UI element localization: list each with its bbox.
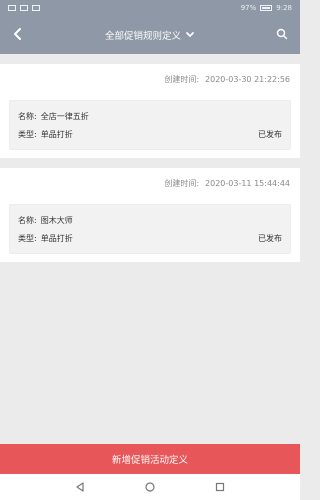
type-line: 类型: 单品打折 已发布 — [18, 229, 282, 247]
publish-status: 已发布 — [258, 129, 282, 139]
name-label: 名称: — [18, 111, 37, 121]
name-field: 名称: 全店一律五折 — [18, 111, 89, 122]
created-time-label: 创建时间: — [164, 74, 200, 84]
title-dropdown[interactable]: 全部促销规则定义 — [105, 28, 195, 42]
name-line: 名称: 全店一律五折 — [18, 107, 282, 125]
created-time-value: 2020-03-30 21:22:56 — [205, 74, 290, 84]
type-label: 类型: — [18, 233, 37, 243]
name-value: 图木大师 — [40, 215, 73, 225]
status-time: 9:28 — [276, 4, 292, 12]
status-icon — [8, 5, 16, 11]
type-value: 单品打折 — [40, 233, 73, 243]
created-time-row: 创建时间: 2020-03-11 15:44:44 — [0, 168, 300, 198]
battery-percent: 97% — [240, 4, 257, 12]
page-title: 全部促销规则定义 — [104, 31, 181, 42]
back-nav-icon[interactable] — [74, 481, 86, 493]
status-left — [8, 5, 40, 11]
section-gap — [0, 54, 300, 64]
status-icon — [32, 5, 40, 11]
back-arrow-icon — [14, 28, 21, 40]
add-promotion-label: 新增促销活动定义 — [111, 455, 188, 466]
promotion-card-inner: 名称: 图木大师 类型: 单品打折 已发布 — [9, 204, 291, 254]
back-button[interactable] — [8, 24, 28, 44]
name-line: 名称: 图木大师 — [18, 211, 282, 229]
created-time-row: 创建时间: 2020-03-30 21:22:56 — [0, 64, 300, 94]
promotion-list: 创建时间: 2020-03-30 21:22:56 名称: 全店一律五折 类型:… — [0, 54, 300, 444]
name-value: 全店一律五折 — [40, 111, 89, 121]
type-field: 类型: 单品打折 — [18, 129, 73, 140]
created-time-value: 2020-03-11 15:44:44 — [205, 178, 290, 188]
publish-status: 已发布 — [258, 233, 282, 243]
chevron-down-icon — [186, 32, 194, 37]
status-icon — [20, 5, 28, 11]
type-field: 类型: 单品打折 — [18, 233, 73, 244]
battery-icon — [260, 5, 273, 11]
promotion-card[interactable]: 名称: 全店一律五折 类型: 单品打折 已发布 — [0, 94, 300, 158]
type-line: 类型: 单品打折 已发布 — [18, 125, 282, 143]
status-bar: 97% 9:28 — [0, 0, 300, 16]
name-label: 名称: — [18, 215, 37, 225]
name-field: 名称: 图木大师 — [18, 215, 73, 226]
search-icon — [276, 28, 288, 40]
search-button[interactable] — [272, 24, 292, 44]
recents-nav-icon[interactable] — [214, 481, 226, 493]
type-label: 类型: — [18, 129, 37, 139]
section-gap — [0, 158, 300, 168]
created-time-label: 创建时间: — [164, 178, 200, 188]
type-value: 单品打折 — [40, 129, 73, 139]
header: 全部促销规则定义 — [0, 16, 300, 54]
system-nav-bar — [0, 474, 300, 500]
add-promotion-button[interactable]: 新增促销活动定义 — [0, 444, 300, 474]
status-right: 97% 9:28 — [241, 4, 292, 12]
promotion-card-inner: 名称: 全店一律五折 类型: 单品打折 已发布 — [9, 100, 291, 150]
home-nav-icon[interactable] — [144, 481, 156, 493]
promotion-card[interactable]: 名称: 图木大师 类型: 单品打折 已发布 — [0, 198, 300, 262]
